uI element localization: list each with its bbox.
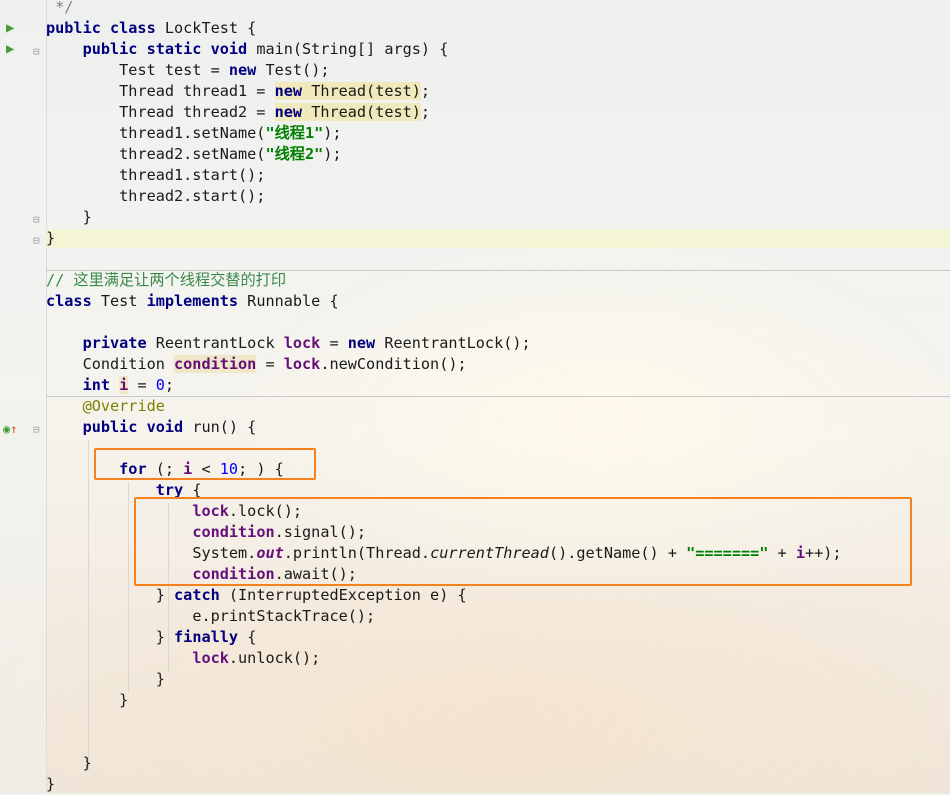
code-line: // 这里满足让两个线程交替的打印 [46,271,287,289]
code-editor[interactable]: ▶ ▶ ◉↑ ⊟ ⊟ ⊟ ⊟ */ public class LockTest … [0,0,950,793]
fold-marker-icon[interactable]: ⊟ [33,45,40,58]
code-line: Thread thread1 = new Thread(test); [119,82,431,100]
code-line: class Test implements Runnable { [46,292,339,310]
code-line: } [46,229,56,247]
editor-gutter [0,0,47,793]
run-main-icon[interactable]: ▶ [6,42,14,56]
code-line: thread1.start(); [119,166,266,184]
code-line: } [82,208,92,226]
run-class-icon[interactable]: ▶ [6,21,14,35]
code-line: public static void main(String[] args) { [82,40,449,58]
code-line: } catch (InterruptedException e) { [155,586,467,604]
code-line: Test test = new Test(); [119,61,330,79]
code-line: thread2.setName("线程2"); [119,145,342,163]
code-line: } [46,775,56,793]
fold-marker-icon[interactable]: ⊟ [33,234,40,247]
code-line: @Override [82,397,165,415]
code-line: thread1.setName("线程1"); [119,124,342,142]
code-line: e.printStackTrace(); [192,607,376,625]
code-line: */ [55,0,74,16]
code-line: Thread thread2 = new Thread(test); [119,103,431,121]
method-separator [46,396,950,397]
code-line: public class LockTest { [46,19,257,37]
highlight-box-for-loop [94,448,316,480]
current-line-highlight [46,229,950,248]
code-line: public void run() { [82,418,257,436]
code-line: } [82,754,92,772]
override-method-icon[interactable]: ◉↑ [3,423,17,436]
code-line: Condition condition = lock.newCondition(… [82,355,467,373]
code-line: private ReentrantLock lock = new Reentra… [82,334,531,352]
code-line: thread2.start(); [119,187,266,205]
code-line: } [155,670,165,688]
code-line: } finally { [155,628,257,646]
fold-marker-icon[interactable]: ⊟ [33,423,40,436]
code-line: } [119,691,129,709]
code-line: lock.unlock(); [192,649,321,667]
code-line: int i = 0; [82,376,175,394]
fold-marker-icon[interactable]: ⊟ [33,213,40,226]
highlight-box-try-body [134,497,912,586]
